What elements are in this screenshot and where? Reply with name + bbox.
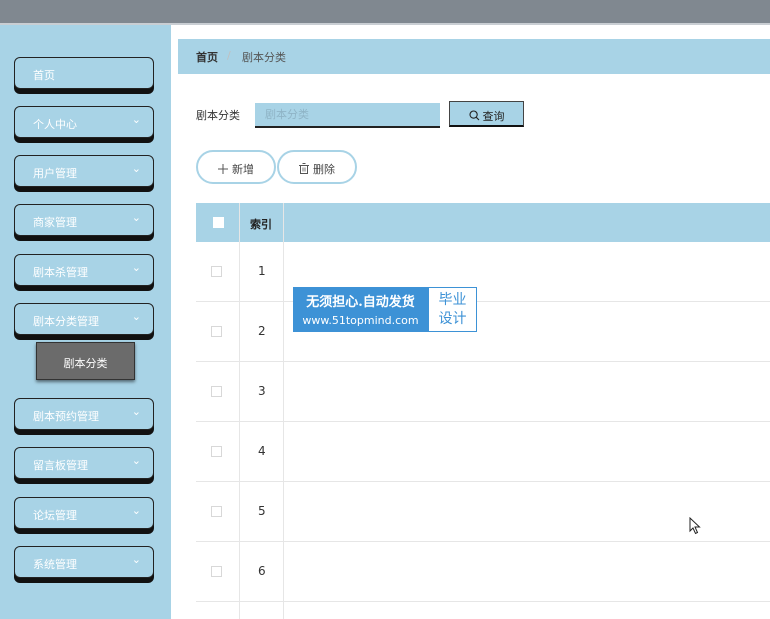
row-index: 2 <box>258 324 266 338</box>
row-index: 6 <box>258 564 266 578</box>
chevron-down-icon: ⌄ <box>131 162 141 175</box>
sidebar: 首页 个人中心 ⌄ 用户管理 ⌄ 商家管理 ⌄ 剧本杀管理 ⌄ 剧本分类管理 ⌄… <box>0 25 171 619</box>
table-row: 1 <box>196 242 770 302</box>
row-checkbox[interactable] <box>211 266 222 277</box>
sidebar-item-label: 剧本预约管理 <box>33 410 99 423</box>
delete-button-label: 删除 <box>313 163 335 176</box>
data-table: 索引 1 2 3 4 5 6 <box>196 203 770 619</box>
sidebar-item-label: 用户管理 <box>33 167 77 180</box>
row-checkbox[interactable] <box>211 326 222 337</box>
watermark-right-line1: 毕业 <box>438 292 467 308</box>
sidebar-item-label: 个人中心 <box>33 118 77 131</box>
sidebar-item-reservation-management[interactable]: 剧本预约管理 ⌄ <box>14 398 154 430</box>
watermark-line1: 无须担心.自动发货 <box>306 295 415 310</box>
watermark-left: 无须担心.自动发货 www.51topmind.com <box>293 287 428 332</box>
row-checkbox[interactable] <box>211 506 222 517</box>
watermark-line2: www.51topmind.com <box>302 314 419 327</box>
row-checkbox[interactable] <box>211 566 222 577</box>
search-label: 剧本分类 <box>196 109 240 122</box>
add-button[interactable]: 新增 <box>196 150 276 184</box>
chevron-down-icon: ⌄ <box>131 553 141 566</box>
row-index: 3 <box>258 384 266 398</box>
search-icon <box>468 110 479 121</box>
submenu-item-label: 剧本分类 <box>63 357 108 370</box>
add-button-label: 新增 <box>232 163 254 176</box>
chevron-down-icon: ⌄ <box>131 211 141 224</box>
breadcrumb-home[interactable]: 首页 <box>196 49 218 65</box>
top-bar <box>0 0 770 23</box>
add-button-content: 新增 <box>198 161 274 177</box>
search-button-label: 查询 <box>482 110 505 123</box>
select-all-checkbox[interactable] <box>213 217 224 228</box>
plus-icon <box>218 164 228 174</box>
chevron-down-icon: ⌄ <box>131 261 141 274</box>
sidebar-item-forum-management[interactable]: 论坛管理 ⌄ <box>14 497 154 529</box>
chevron-down-icon: ⌄ <box>131 454 141 467</box>
chevron-down-icon: ⌄ <box>131 504 141 517</box>
watermark-right: 毕业 设计 <box>428 287 477 332</box>
sidebar-item-label: 首页 <box>33 69 55 82</box>
sidebar-item-user-management[interactable]: 用户管理 ⌄ <box>14 155 154 187</box>
search-input[interactable] <box>255 103 440 128</box>
mouse-cursor-icon <box>689 517 701 535</box>
sidebar-item-merchant-management[interactable]: 商家管理 ⌄ <box>14 204 154 236</box>
breadcrumb: 首页 / 剧本分类 <box>178 39 770 74</box>
sidebar-item-label: 留言板管理 <box>33 459 88 472</box>
sidebar-item-personal-center[interactable]: 个人中心 ⌄ <box>14 106 154 138</box>
chevron-down-icon: ⌄ <box>131 310 141 323</box>
sidebar-item-label: 剧本杀管理 <box>33 266 88 279</box>
row-index: 5 <box>258 504 266 518</box>
row-checkbox[interactable] <box>211 446 222 457</box>
sidebar-item-system-management[interactable]: 系统管理 ⌄ <box>14 546 154 578</box>
search-button[interactable]: 查询 <box>449 101 524 127</box>
chevron-down-icon: ⌄ <box>131 405 141 418</box>
trash-icon <box>299 163 309 174</box>
sidebar-item-message-board-management[interactable]: 留言板管理 ⌄ <box>14 447 154 479</box>
table-row: 2 <box>196 302 770 362</box>
row-checkbox[interactable] <box>211 386 222 397</box>
table-row: 4 <box>196 422 770 482</box>
delete-button-content: 删除 <box>279 161 355 177</box>
sidebar-item-script-management[interactable]: 剧本杀管理 ⌄ <box>14 254 154 286</box>
sidebar-item-category-management[interactable]: 剧本分类管理 ⌄ <box>14 303 154 335</box>
row-index: 4 <box>258 444 266 458</box>
search-button-content: 查询 <box>450 108 523 124</box>
submenu-item-script-category[interactable]: 剧本分类 <box>36 342 135 380</box>
sidebar-item-label: 剧本分类管理 <box>33 315 99 328</box>
watermark-banner: 无须担心.自动发货 www.51topmind.com 毕业 设计 <box>293 287 477 332</box>
breadcrumb-separator: / <box>227 49 231 62</box>
table-row: 6 <box>196 542 770 602</box>
sidebar-item-label: 商家管理 <box>33 216 77 229</box>
delete-button[interactable]: 删除 <box>277 150 357 184</box>
sidebar-item-label: 系统管理 <box>33 558 77 571</box>
table-row: 3 <box>196 362 770 422</box>
chevron-down-icon: ⌄ <box>131 113 141 126</box>
sidebar-item-home[interactable]: 首页 <box>14 57 154 89</box>
sidebar-item-label: 论坛管理 <box>33 509 77 522</box>
watermark-right-line2: 设计 <box>438 311 467 327</box>
column-header-index: 索引 <box>250 218 272 231</box>
row-index: 1 <box>258 264 266 278</box>
table-row: 5 <box>196 482 770 542</box>
breadcrumb-current: 剧本分类 <box>242 51 286 64</box>
